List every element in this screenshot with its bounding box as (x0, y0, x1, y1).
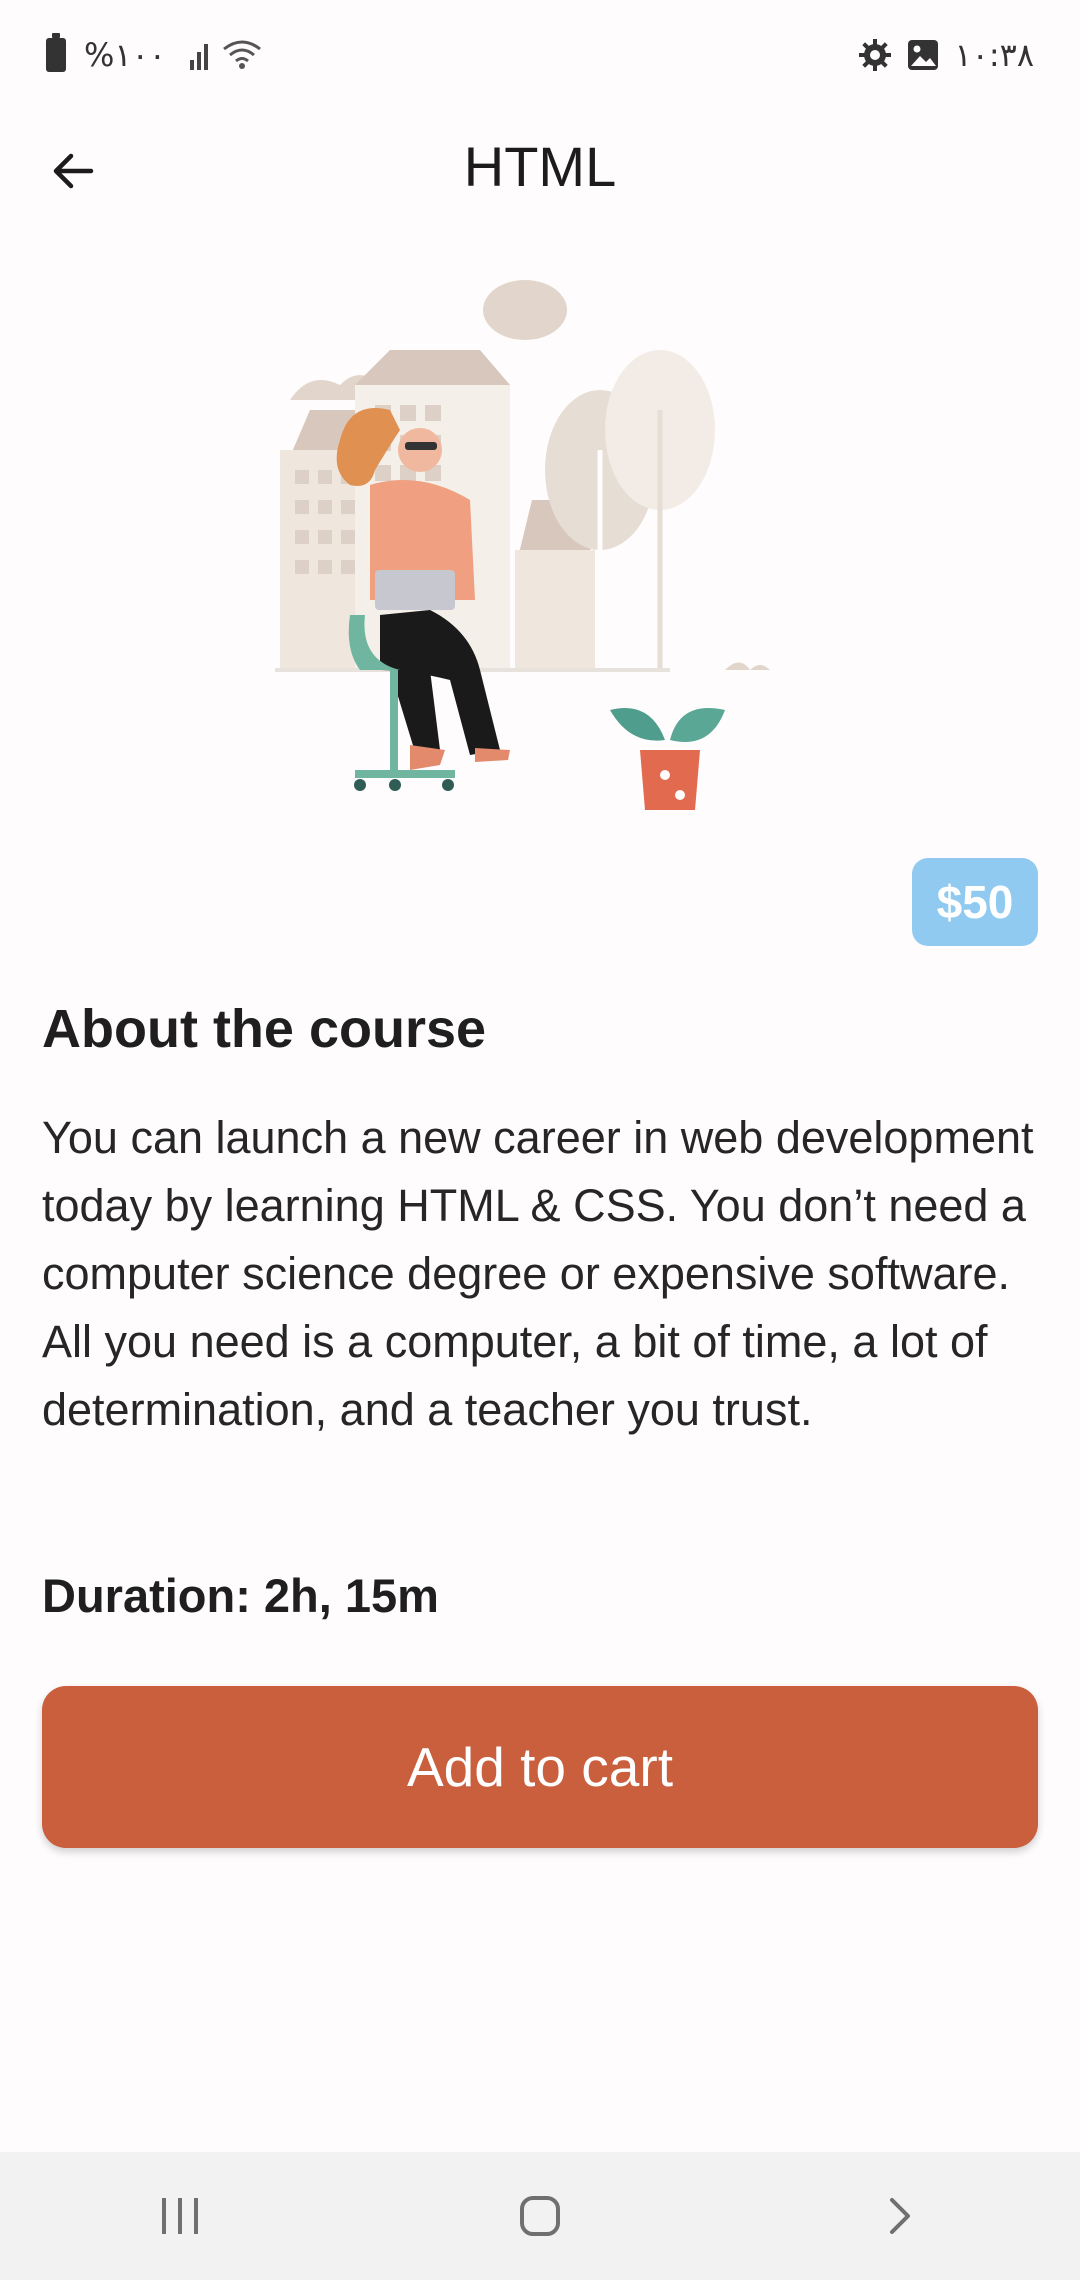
nav-back-button[interactable] (830, 2166, 970, 2266)
recent-apps-button[interactable] (110, 2166, 250, 2266)
home-icon (520, 2196, 560, 2236)
course-duration: Duration: 2h, 15m (42, 1569, 439, 1622)
status-right: ۱۰:۳۸ (858, 36, 1034, 74)
navigation-bar (0, 2152, 1080, 2280)
back-chevron-icon (890, 2198, 910, 2234)
price-badge: $50 (912, 858, 1038, 946)
gallery-image-icon (906, 38, 940, 72)
wifi-icon (222, 39, 262, 71)
course-description: You can launch a new career in web devel… (42, 1112, 1034, 1435)
course-illustration (270, 270, 810, 810)
add-to-cart-button[interactable]: Add to cart (42, 1686, 1038, 1848)
settings-gear-icon (858, 38, 892, 72)
recent-apps-icon (162, 2198, 198, 2234)
about-title: About the course (42, 999, 487, 1059)
home-button[interactable] (470, 2166, 610, 2266)
page-title: HTML (463, 135, 617, 198)
signal-icon (189, 40, 208, 70)
app-bar: HTML (0, 110, 1080, 220)
clock: ۱۰:۳۸ (954, 36, 1034, 74)
status-bar: %۱۰۰ ۱۰:۳۸ (0, 0, 1080, 110)
battery-icon (46, 33, 66, 72)
status-left: %۱۰۰ (46, 33, 262, 74)
battery-percentage: %۱۰۰ (84, 36, 166, 74)
